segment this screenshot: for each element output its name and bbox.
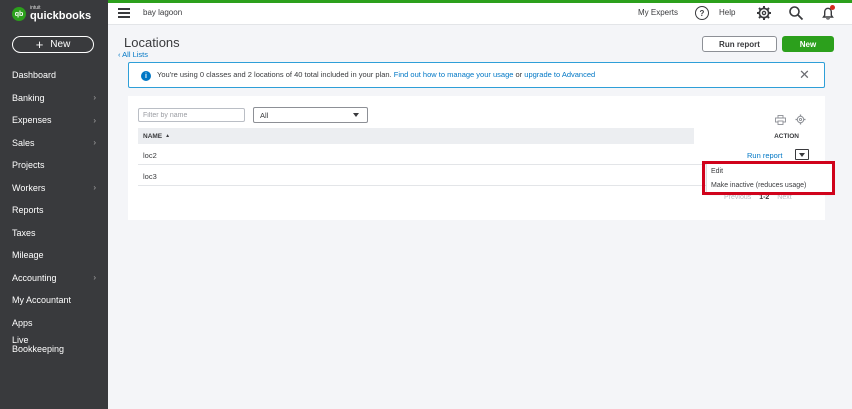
sidebar-item-label: Mileage bbox=[12, 250, 44, 261]
sidebar-item-label: Projects bbox=[12, 160, 45, 171]
highlight-box bbox=[702, 161, 835, 195]
sort-ascending-icon: ▲ bbox=[165, 133, 171, 139]
chevron-right-icon: › bbox=[93, 138, 96, 148]
sidebar-item-my-accountant[interactable]: My Accountant bbox=[0, 289, 108, 312]
all-lists-label: All Lists bbox=[122, 50, 149, 59]
my-experts-link[interactable]: My Experts bbox=[638, 8, 678, 17]
manage-usage-link[interactable]: Find out how to manage your usage bbox=[394, 70, 514, 79]
sidebar: qb intuit quickbooks + New Dashboard Ban… bbox=[0, 0, 108, 409]
chevron-right-icon: › bbox=[93, 183, 96, 193]
sidebar-item-banking[interactable]: Banking › bbox=[0, 87, 108, 110]
quickbooks-logo[interactable]: qb intuit quickbooks bbox=[12, 6, 91, 22]
top-header: bay lagoon My Experts ? Help bbox=[108, 3, 852, 25]
caret-down-icon bbox=[353, 113, 359, 117]
all-lists-link[interactable]: ‹ All Lists bbox=[118, 50, 148, 59]
sidebar-item-sales[interactable]: Sales › bbox=[0, 132, 108, 155]
page-title: Locations bbox=[124, 35, 180, 50]
help-icon[interactable]: ? bbox=[695, 6, 709, 20]
pagination-current: 1-2 bbox=[759, 194, 770, 201]
sidebar-item-reports[interactable]: Reports bbox=[0, 199, 108, 222]
info-icon: i bbox=[141, 71, 151, 81]
sidebar-item-label: Sales bbox=[12, 137, 35, 148]
sidebar-item-label: Reports bbox=[12, 205, 44, 216]
sidebar-item-label: Live Bookkeeping bbox=[12, 335, 65, 355]
sidebar-item-workers[interactable]: Workers › bbox=[0, 177, 108, 200]
sidebar-item-expenses[interactable]: Expenses › bbox=[0, 109, 108, 132]
upgrade-link[interactable]: upgrade to Advanced bbox=[524, 70, 595, 79]
column-header-action: ACTION bbox=[774, 132, 799, 140]
sidebar-item-label: Expenses bbox=[12, 115, 52, 126]
table-settings-gear-icon[interactable] bbox=[795, 114, 806, 125]
new-location-button[interactable]: New bbox=[782, 36, 834, 52]
banner-joiner: or bbox=[515, 70, 523, 79]
sidebar-item-projects[interactable]: Projects bbox=[0, 154, 108, 177]
sidebar-item-dashboard[interactable]: Dashboard bbox=[0, 64, 108, 87]
chevron-right-icon: › bbox=[93, 93, 96, 103]
pagination-previous: Previous bbox=[724, 194, 752, 201]
status-filter-select[interactable]: All bbox=[253, 107, 368, 123]
plus-icon: + bbox=[35, 37, 44, 52]
banner-text: You're using 0 classes and 2 locations o… bbox=[157, 70, 595, 79]
sidebar-item-mileage[interactable]: Mileage bbox=[0, 244, 108, 267]
location-name-cell: loc2 bbox=[143, 151, 157, 160]
sidebar-new-button[interactable]: + New bbox=[12, 36, 94, 53]
print-icon[interactable] bbox=[775, 115, 786, 125]
sidebar-item-label: Dashboard bbox=[12, 70, 57, 81]
company-name: bay lagoon bbox=[143, 8, 183, 17]
sidebar-item-accounting[interactable]: Accounting › bbox=[0, 267, 108, 290]
column-header-name[interactable]: NAME ▲ bbox=[138, 128, 694, 144]
usage-info-banner: i You're using 0 classes and 2 locations… bbox=[128, 62, 825, 88]
sidebar-item-label: Workers bbox=[12, 182, 46, 193]
close-icon[interactable]: ✕ bbox=[799, 68, 810, 81]
hamburger-menu-icon[interactable] bbox=[118, 8, 130, 18]
sidebar-new-label: New bbox=[50, 39, 71, 50]
pagination-next: Next bbox=[777, 194, 792, 201]
chevron-right-icon: › bbox=[93, 273, 96, 283]
help-link[interactable]: Help bbox=[719, 8, 735, 17]
sidebar-item-label: My Accountant bbox=[12, 295, 72, 306]
notification-dot bbox=[830, 5, 835, 10]
sidebar-item-taxes[interactable]: Taxes bbox=[0, 222, 108, 245]
filter-by-name-input[interactable] bbox=[138, 108, 245, 122]
search-icon[interactable] bbox=[788, 5, 804, 21]
chevron-left-icon: ‹ bbox=[118, 50, 121, 59]
table-header: NAME ▲ ACTION bbox=[138, 128, 809, 144]
chevron-right-icon: › bbox=[93, 115, 96, 125]
sidebar-item-label: Apps bbox=[12, 317, 33, 328]
sidebar-nav: Dashboard Banking › Expenses › Sales › Proj… bbox=[0, 64, 108, 358]
gear-icon[interactable] bbox=[756, 5, 772, 21]
sidebar-item-label: Taxes bbox=[12, 227, 36, 238]
row-run-report-link[interactable]: Run report bbox=[747, 151, 782, 160]
sidebar-item-label: Accounting bbox=[12, 272, 57, 283]
sidebar-item-label: Banking bbox=[12, 92, 45, 103]
pagination: Previous 1-2 Next bbox=[724, 194, 792, 201]
banner-message: You're using 0 classes and 2 locations o… bbox=[157, 70, 392, 79]
status-filter-value: All bbox=[260, 110, 269, 120]
quickbooks-logo-icon: qb bbox=[12, 7, 26, 21]
sidebar-item-apps[interactable]: Apps bbox=[0, 312, 108, 335]
locations-table-card: All NAME ▲ ACTION loc2 loc3 Run report P… bbox=[128, 96, 825, 220]
row-action-dropdown-toggle[interactable] bbox=[795, 149, 809, 160]
location-name-cell: loc3 bbox=[143, 172, 157, 181]
sidebar-item-live-bookkeeping[interactable]: Live Bookkeeping bbox=[0, 334, 108, 358]
logo-brand-name: quickbooks bbox=[30, 10, 92, 22]
caret-down-icon bbox=[799, 153, 805, 157]
run-report-button[interactable]: Run report bbox=[702, 36, 777, 52]
column-name-label: NAME bbox=[143, 132, 163, 140]
